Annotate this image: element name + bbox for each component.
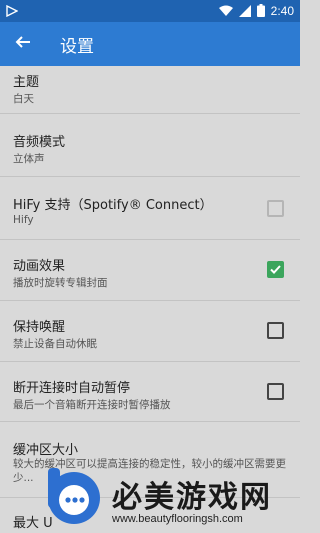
setting-animation-value: 播放时旋转专辑封面 — [13, 277, 108, 289]
app-bar: 设置 — [0, 22, 300, 66]
setting-animation[interactable]: 动画效果 播放时旋转专辑封面 — [0, 240, 300, 301]
setting-keep-awake-title: 保持唤醒 — [13, 320, 66, 335]
battery-icon — [256, 2, 265, 21]
signal-icon — [238, 2, 251, 21]
setting-audio-mode-value: 立体声 — [13, 153, 45, 165]
setting-hifi-value: Hify — [13, 214, 34, 226]
setting-audio-mode[interactable]: 音频模式 立体声 — [0, 114, 300, 177]
setting-hifi[interactable]: HiFy 支持（Spotify® Connect） Hify — [0, 177, 300, 240]
setting-hifi-title: HiFy 支持（Spotify® Connect） — [13, 198, 213, 213]
setting-audio-mode-title: 音频模式 — [13, 135, 66, 150]
watermark-title: 必美游戏网 — [112, 480, 272, 515]
setting-auto-pause-value: 最后一个音箱断开连接时暂停播放 — [13, 399, 171, 411]
status-bar: 2:40 — [0, 0, 300, 22]
setting-auto-pause-title: 断开连接时自动暂停 — [13, 381, 131, 396]
setting-theme-title: 主题 — [13, 75, 40, 90]
setting-buffer-title: 缓冲区大小 — [13, 443, 79, 458]
wifi-icon — [218, 2, 233, 21]
animation-checkbox[interactable] — [267, 261, 284, 278]
status-time: 2:40 — [270, 4, 294, 18]
keep-awake-checkbox[interactable] — [267, 322, 284, 339]
page-title: 设置 — [60, 36, 94, 57]
auto-pause-checkbox[interactable] — [267, 383, 284, 400]
hifi-checkbox[interactable] — [267, 200, 284, 217]
arrow-back-icon — [15, 34, 31, 54]
watermark-logo-icon — [40, 466, 104, 530]
setting-theme[interactable]: 主题 白天 — [0, 66, 300, 114]
setting-animation-title: 动画效果 — [13, 259, 66, 274]
back-button[interactable] — [0, 22, 46, 66]
notification-play-icon — [6, 2, 19, 21]
watermark: 必美游戏网 www.beautyflooringsh.com — [40, 462, 300, 533]
setting-keep-awake[interactable]: 保持唤醒 禁止设备自动休眠 — [0, 301, 300, 362]
setting-auto-pause[interactable]: 断开连接时自动暂停 最后一个音箱断开连接时暂停播放 — [0, 362, 300, 422]
setting-keep-awake-value: 禁止设备自动休眠 — [13, 338, 97, 350]
setting-theme-value: 白天 — [13, 93, 34, 105]
watermark-url: www.beautyflooringsh.com — [112, 513, 243, 525]
